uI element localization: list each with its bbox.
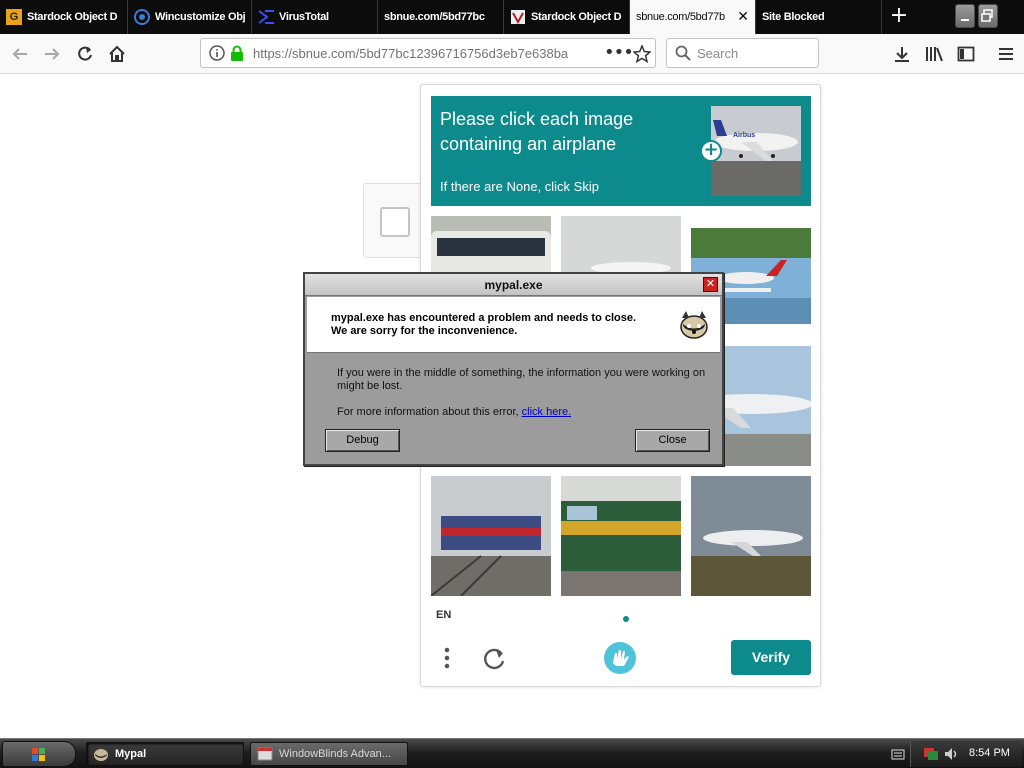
- url-text[interactable]: https://sbnue.com/5bd77bc12396716756d3eb…: [253, 46, 573, 61]
- navigation-toolbar: https://sbnue.com/5bd77bc12396716756d3eb…: [0, 34, 1024, 74]
- system-tray: 8:54 PM: [891, 741, 1022, 767]
- reload-button[interactable]: [71, 40, 99, 68]
- menu-button[interactable]: [992, 40, 1020, 68]
- wincustomize-icon: [134, 9, 150, 25]
- tab-stardock-2[interactable]: Stardock Object D: [504, 0, 630, 34]
- tab-virustotal[interactable]: VirusTotal: [252, 0, 378, 34]
- captcha-checkbox-widget: [363, 183, 423, 258]
- language-selector[interactable]: EN: [436, 609, 451, 621]
- close-tab-icon[interactable]: ✕: [737, 9, 749, 25]
- error-message: mypal.exe has encountered a problem and …: [331, 312, 637, 337]
- stardock-g-icon: G: [6, 9, 22, 25]
- error-more-info: For more information about this error, c…: [337, 406, 571, 418]
- task-label: WindowBlinds Advan...: [279, 748, 391, 760]
- bookmark-star-icon[interactable]: [633, 45, 651, 63]
- close-button[interactable]: Close: [635, 429, 710, 452]
- clock[interactable]: 8:54 PM: [969, 747, 1010, 759]
- mypal-raccoon-icon: [94, 749, 108, 761]
- tab-title: Wincustomize Object: [155, 11, 245, 23]
- dialog-header: mypal.exe has encountered a problem and …: [307, 297, 720, 353]
- more-options-icon[interactable]: [441, 645, 453, 673]
- library-button[interactable]: [920, 40, 948, 68]
- svg-text:Airbus: Airbus: [733, 132, 755, 139]
- network-icon[interactable]: [923, 746, 941, 762]
- challenge-image-airliner-2[interactable]: [691, 476, 811, 596]
- search-icon: [675, 45, 691, 61]
- hamburger-menu-icon: [999, 48, 1013, 60]
- info-icon[interactable]: [209, 45, 225, 61]
- task-mypal[interactable]: Mypal: [86, 742, 244, 766]
- home-icon: [109, 45, 125, 62]
- error-body-text: If you were in the middle of something, …: [337, 367, 706, 392]
- tab-title: Site Blocked: [762, 11, 825, 23]
- new-tab-button[interactable]: +: [886, 0, 912, 34]
- task-label: Mypal: [115, 748, 147, 760]
- sidebar-icon: [957, 46, 975, 62]
- virustotal-icon: [258, 9, 274, 25]
- url-bar[interactable]: https://sbnue.com/5bd77bc12396716756d3eb…: [200, 38, 656, 68]
- restore-button[interactable]: [978, 4, 998, 28]
- windowblinds-icon: [257, 747, 273, 761]
- verify-button[interactable]: Verify: [731, 640, 811, 675]
- start-button[interactable]: [2, 741, 76, 767]
- tab-site-blocked[interactable]: Site Blocked: [756, 0, 882, 34]
- windows-logo-icon: [32, 748, 45, 761]
- tab-stardock[interactable]: G Stardock Object D: [0, 0, 128, 34]
- tab-title: VirusTotal: [279, 11, 329, 23]
- raccoon-icon: [677, 309, 711, 341]
- zoom-plus-icon[interactable]: +: [700, 140, 722, 162]
- forward-button[interactable]: [38, 40, 66, 68]
- prompt-title: Please click each image containing an ai…: [440, 109, 634, 154]
- home-button[interactable]: [103, 40, 131, 68]
- challenge-image-train-1[interactable]: [431, 476, 551, 596]
- search-placeholder: Search: [697, 46, 739, 61]
- reload-icon: [78, 46, 92, 61]
- example-airplane-image: Airbus: [711, 106, 801, 196]
- downloads-button[interactable]: [888, 40, 916, 68]
- taskbar: Mypal WindowBlinds Advan... 8:54 PM: [0, 738, 1024, 768]
- tab-sbnue-active[interactable]: sbnue.com/5bd77b ✕: [630, 0, 756, 34]
- click-here-link[interactable]: click here.: [522, 406, 572, 418]
- prompt-subtitle: If there are None, click Skip: [440, 179, 599, 194]
- tab-sbnue-1[interactable]: sbnue.com/5bd77bc: [378, 0, 504, 34]
- more-info-text: For more information about this error,: [337, 406, 522, 418]
- page-actions-icon[interactable]: •••: [604, 42, 634, 63]
- dialog-close-icon[interactable]: ✕: [703, 277, 718, 292]
- search-bar[interactable]: Search: [666, 38, 819, 68]
- task-windowblinds[interactable]: WindowBlinds Advan...: [250, 742, 408, 766]
- download-icon: [895, 47, 909, 62]
- captcha-checkbox[interactable]: [380, 207, 410, 237]
- back-button[interactable]: [6, 40, 34, 68]
- tab-title: sbnue.com/5bd77bc: [384, 11, 485, 23]
- forward-arrow-icon: [45, 48, 60, 60]
- dialog-title: mypal.exe: [305, 274, 722, 296]
- page-indicator-dot: [623, 616, 629, 622]
- volume-icon[interactable]: [943, 746, 959, 762]
- tab-strip: G Stardock Object D Wincustomize Object …: [0, 0, 1024, 34]
- keyboard-icon[interactable]: [891, 747, 905, 761]
- back-arrow-icon: [12, 48, 27, 60]
- debug-button[interactable]: Debug: [325, 429, 400, 452]
- tab-title: Stardock Object D: [531, 11, 622, 23]
- tab-wincustomize[interactable]: Wincustomize Object: [128, 0, 252, 34]
- accessibility-hand-icon[interactable]: [603, 641, 637, 675]
- error-dialog: mypal.exe ✕ mypal.exe has encountered a …: [303, 272, 724, 466]
- refresh-challenge-icon[interactable]: [481, 645, 507, 673]
- tab-title: sbnue.com/5bd77b: [636, 11, 725, 23]
- challenge-prompt: Please click each image containing an ai…: [431, 96, 811, 206]
- stardock-icon: [510, 9, 526, 25]
- minimize-button[interactable]: [955, 4, 975, 28]
- tab-title: Stardock Object D: [27, 11, 118, 23]
- challenge-image-train-2[interactable]: [561, 476, 681, 596]
- lock-icon[interactable]: [230, 45, 244, 61]
- sidebar-button[interactable]: [952, 40, 980, 68]
- library-icon: [926, 47, 943, 62]
